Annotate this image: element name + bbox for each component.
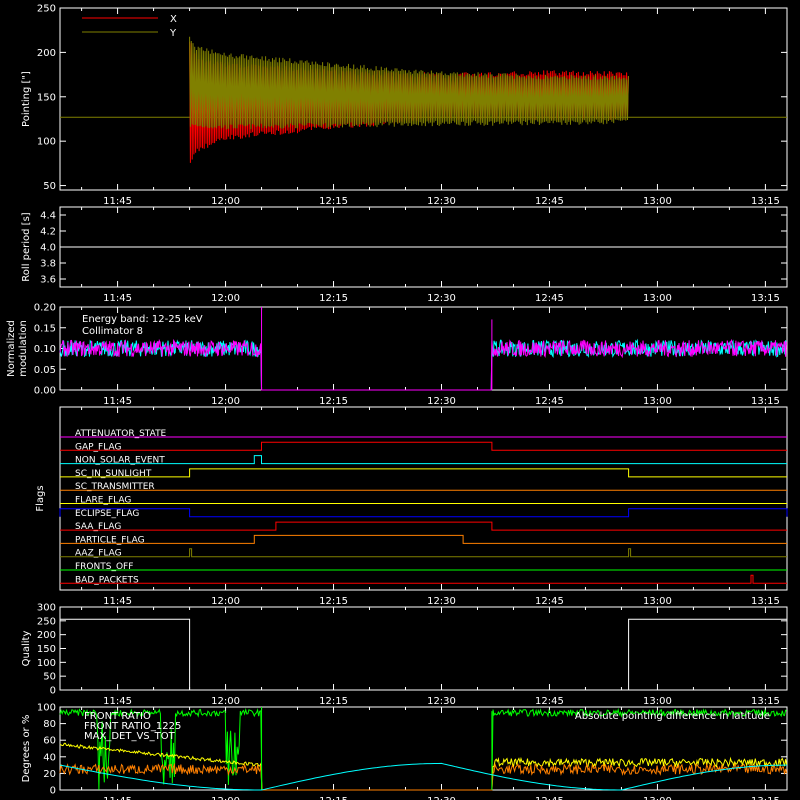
flag-trace xyxy=(60,534,787,544)
x-tick-label: 13:00 xyxy=(643,596,672,607)
x-tick-label: 11:45 xyxy=(103,596,132,607)
x-tick-label: 12:15 xyxy=(319,696,348,707)
x-tick-label: 12:15 xyxy=(319,596,348,607)
x-tick-label: 12:00 xyxy=(211,396,240,407)
y-tick-label: 3.6 xyxy=(40,275,56,286)
y-tick-label: 250 xyxy=(37,4,56,15)
x-tick-label: 12:30 xyxy=(427,396,456,407)
y-tick-label: 100 xyxy=(37,703,56,714)
x-tick-label: 13:15 xyxy=(751,396,780,407)
annotation-energy-band: Energy band: 12-25 keV xyxy=(82,314,203,325)
x-tick-label: 13:15 xyxy=(751,293,780,304)
legend-y-label: Y xyxy=(169,28,177,39)
x-tick-label: 13:00 xyxy=(643,696,672,707)
x-tick-label: 12:15 xyxy=(319,293,348,304)
x-tick-label: 11:45 xyxy=(103,196,132,207)
quality-line xyxy=(60,618,787,691)
y-tick-label: 20 xyxy=(43,769,56,780)
y-tick-label: 60 xyxy=(43,736,56,747)
legend-max-det: MAX_DET_VS_TOT xyxy=(84,731,176,742)
y-tick-label: 200 xyxy=(37,48,56,59)
x-tick-label: 12:45 xyxy=(535,293,564,304)
y-tick-label: 3.8 xyxy=(40,259,56,270)
x-tick-label: 12:30 xyxy=(427,696,456,707)
x-tick-label: 11:45 xyxy=(103,696,132,707)
x-tick-label: 13:15 xyxy=(751,596,780,607)
x-tick-label: 13:15 xyxy=(751,696,780,707)
y-tick-label: 0 xyxy=(50,786,56,797)
x-tick-label: 12:00 xyxy=(211,596,240,607)
y-tick-label: 150 xyxy=(37,644,56,655)
x-tick-label: 12:45 xyxy=(535,196,564,207)
y-tick-label: 200 xyxy=(37,630,56,641)
y-tick-label: 0.15 xyxy=(34,323,56,334)
x-tick-label: 12:00 xyxy=(211,293,240,304)
y-axis-label: Quality xyxy=(21,631,32,667)
flag-trace xyxy=(60,468,787,478)
legend-x-label: X xyxy=(170,14,177,25)
flag-trace xyxy=(60,441,787,451)
panel-4-frame xyxy=(59,406,788,591)
y-tick-label: 4.2 xyxy=(40,227,56,238)
y-tick-label: 50 xyxy=(43,672,56,683)
y-tick-label: 4.0 xyxy=(40,243,56,254)
y-tick-label: 4.4 xyxy=(40,211,56,222)
y-tick-label: 0.05 xyxy=(34,365,56,376)
x-tick-label: 12:00 xyxy=(211,196,240,207)
flag-label: ECLIPSE_FLAG xyxy=(75,509,139,519)
x-tick-label: 13:00 xyxy=(643,196,672,207)
flag-trace xyxy=(60,574,787,584)
x-tick-label: 12:45 xyxy=(535,696,564,707)
y-axis-label: Flags xyxy=(35,485,46,511)
flag-trace xyxy=(60,548,787,558)
y-tick-label: 250 xyxy=(37,616,56,627)
x-tick-label: 12:45 xyxy=(535,396,564,407)
annotation-collimator: Collimator 8 xyxy=(82,326,143,337)
hessi-observing-summary: 11:45 12:00 12:15 12:30 12:45 13:00 13:15 250 20… xyxy=(6,4,788,800)
y-axis-label: Normalized xyxy=(6,320,17,377)
x-tick-label: 13:00 xyxy=(643,796,672,800)
x-tick-label: 13:00 xyxy=(643,396,672,407)
y-tick-label: 100 xyxy=(37,137,56,148)
x-tick-label: 12:30 xyxy=(427,796,456,800)
flag-trace xyxy=(60,455,787,465)
y-tick-label: 0.10 xyxy=(34,344,56,355)
x-tick-label: 12:30 xyxy=(427,196,456,207)
x-tick-label: 12:45 xyxy=(535,596,564,607)
x-tick-label: 12:00 xyxy=(211,796,240,800)
x-tick-label: 12:00 xyxy=(211,696,240,707)
y-tick-label: 150 xyxy=(37,92,56,103)
x-tick-label: 11:45 xyxy=(103,796,132,800)
legend-pointing-difference: Absolute pointing difference in latitude xyxy=(575,711,770,722)
y-tick-label: 0.20 xyxy=(34,303,56,314)
y-tick-label: 0.00 xyxy=(34,386,56,397)
x-tick-label: 12:15 xyxy=(319,196,348,207)
y-tick-label: 40 xyxy=(43,752,56,763)
x-tick-label: 12:15 xyxy=(319,396,348,407)
y-tick-label: 80 xyxy=(43,719,56,730)
flag-trace xyxy=(59,508,788,518)
flag-trace xyxy=(60,521,787,531)
x-tick-label: 13:15 xyxy=(751,196,780,207)
y-axis-label: Degrees or % xyxy=(21,715,32,783)
y-tick-label: 100 xyxy=(37,658,56,669)
x-tick-label: 12:45 xyxy=(535,796,564,800)
x-tick-label: 13:00 xyxy=(643,293,672,304)
x-tick-label: 11:45 xyxy=(103,396,132,407)
y-axis-label: Pointing ["] xyxy=(21,71,32,127)
y-tick-label: 50 xyxy=(43,181,56,192)
x-tick-label: 11:45 xyxy=(103,293,132,304)
y-axis-label: modulation xyxy=(18,320,29,377)
x-tick-label: 12:15 xyxy=(319,796,348,800)
x-tick-label: 12:30 xyxy=(427,293,456,304)
y-axis-label: Roll period [s] xyxy=(21,212,32,281)
y-tick-label: 300 xyxy=(37,603,56,614)
y-tick-label: 0 xyxy=(50,686,56,697)
x-tick-label: 13:15 xyxy=(751,796,780,800)
x-tick-label: 12:30 xyxy=(427,596,456,607)
